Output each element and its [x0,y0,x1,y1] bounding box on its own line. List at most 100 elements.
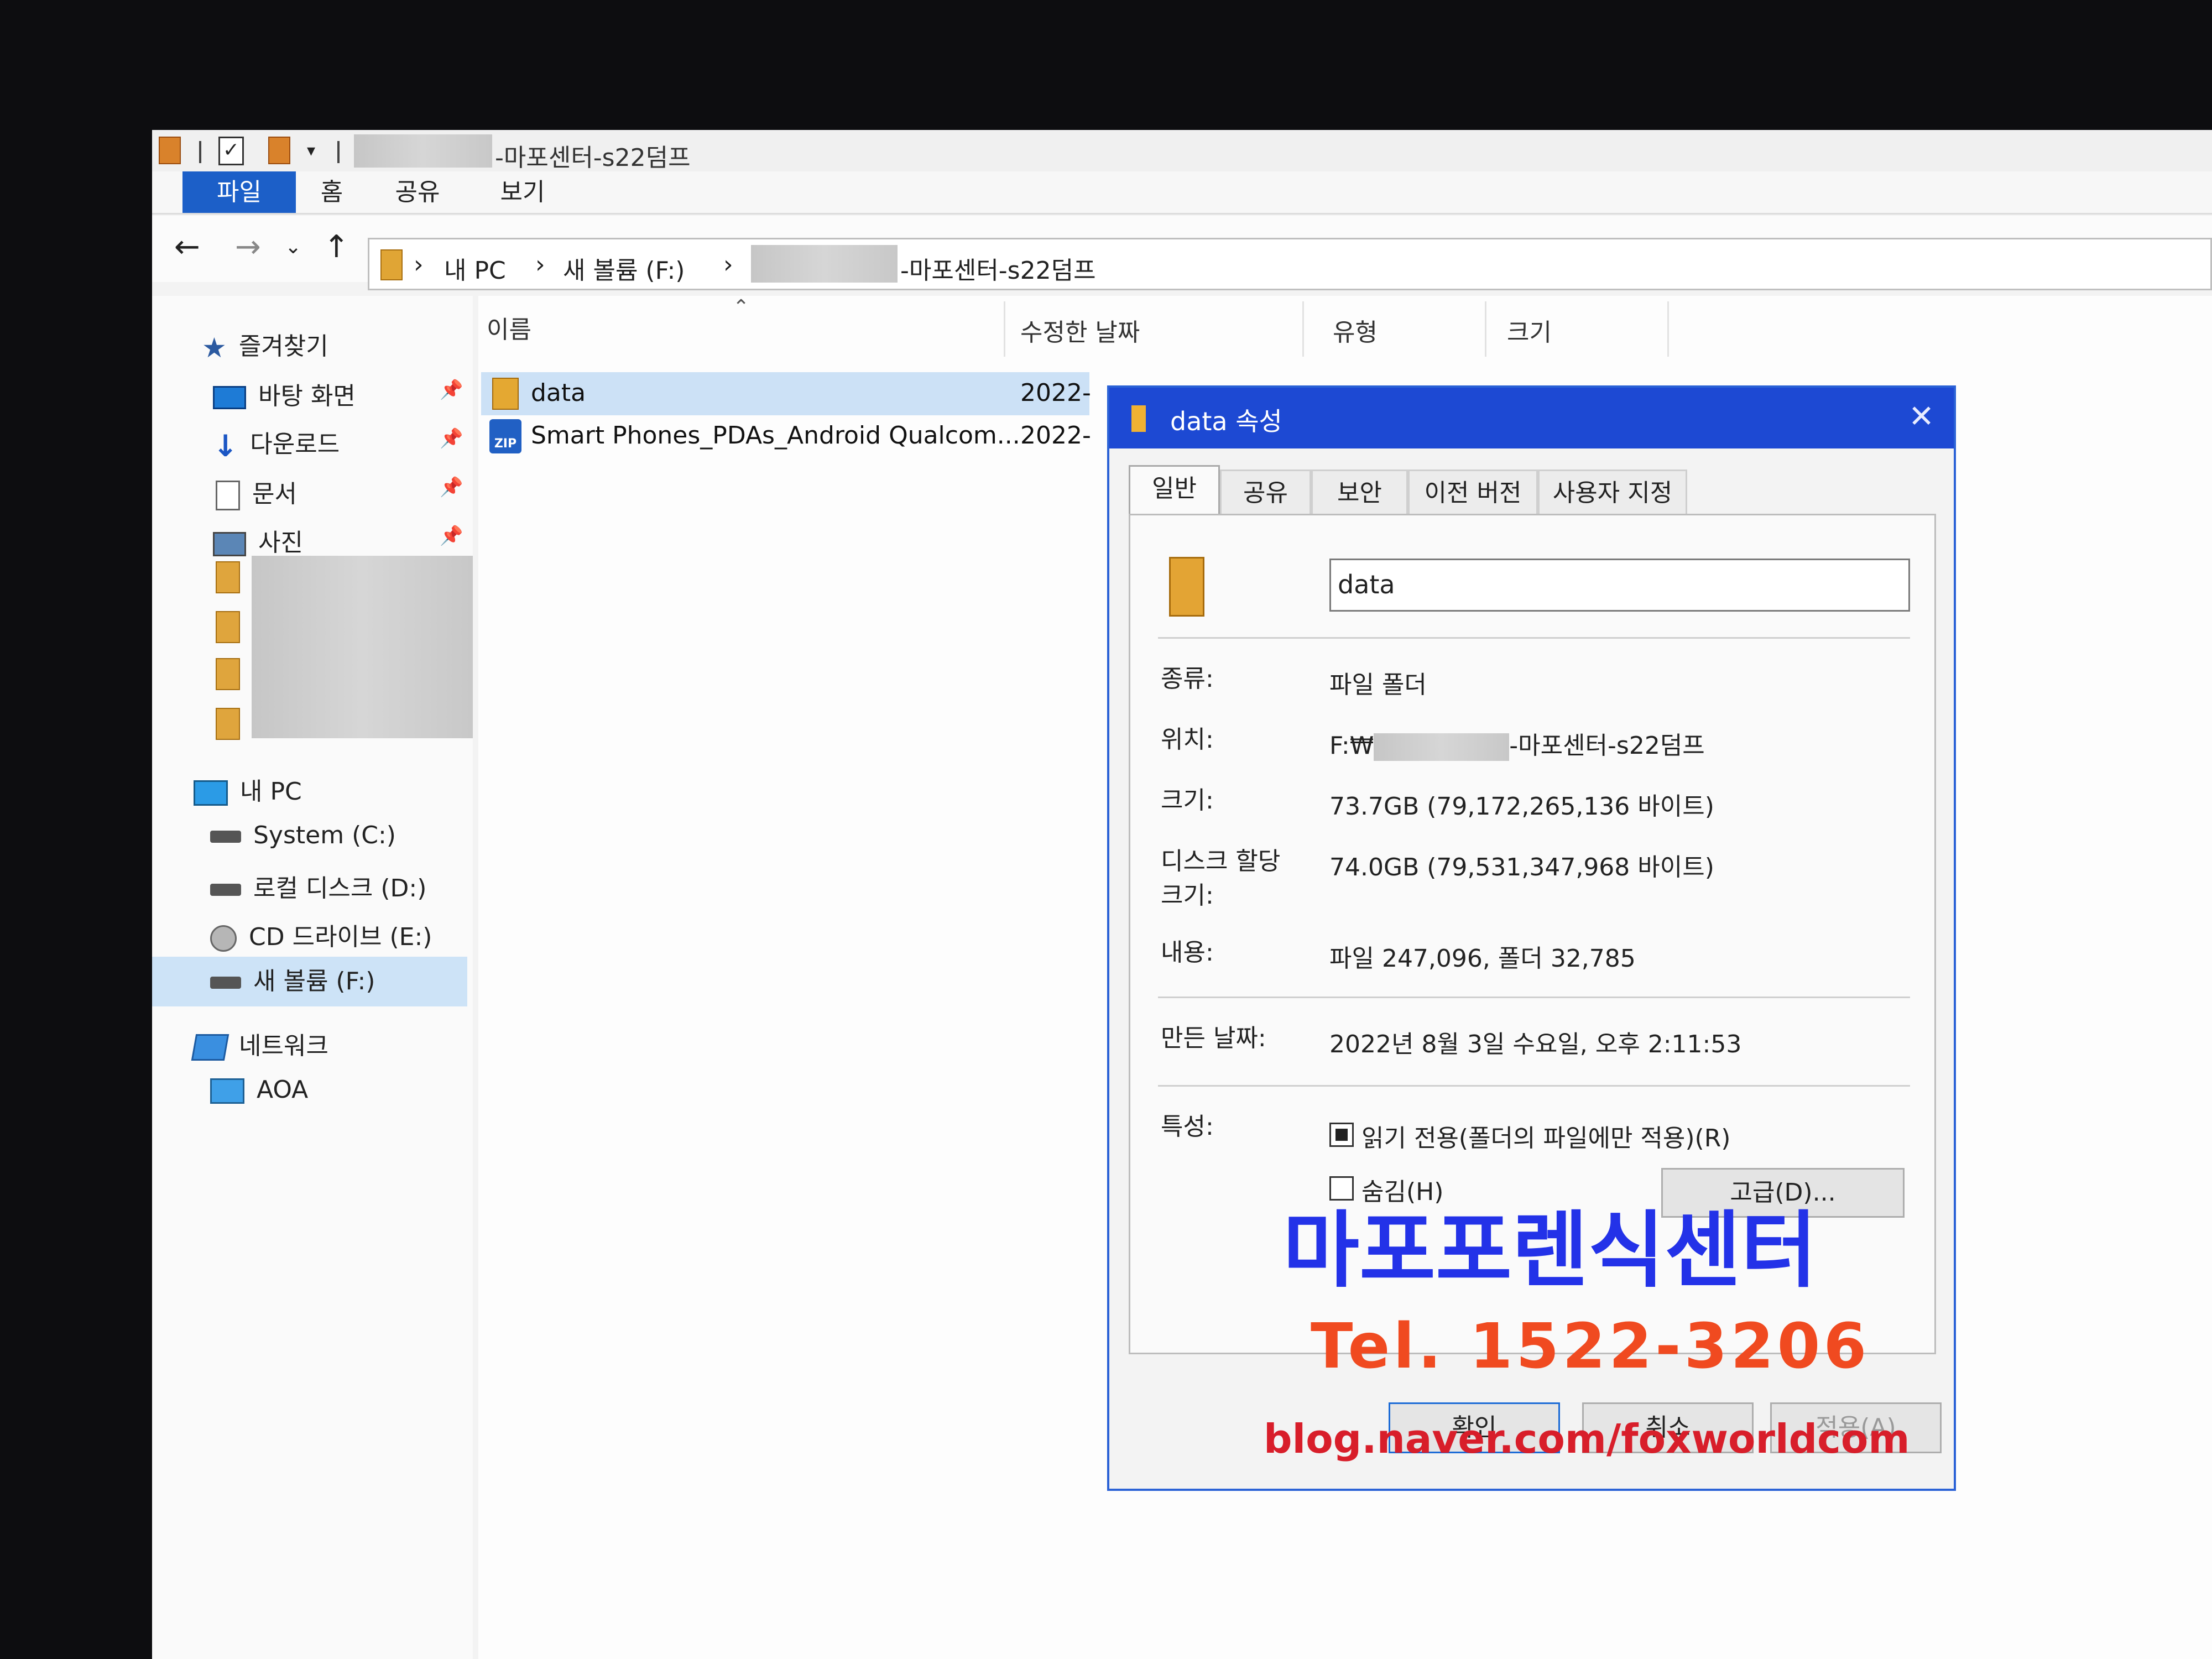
zip-badge: ZIP [494,437,517,451]
sidebar-item-downloads[interactable]: ↓ 다운로드 [213,424,340,463]
size-label: 크기: [1161,786,1214,815]
download-arrow-icon: ↓ [213,428,238,463]
folder-icon[interactable] [216,561,240,593]
size-on-disk-label: 디스크 할당 크기: [1161,847,1281,910]
pin-icon[interactable]: 📌 [440,476,463,498]
properties-icon[interactable]: ✓ [218,137,244,165]
cd-drive-icon [210,925,237,952]
sidebar-item-label: 문서 [252,480,297,508]
column-divider[interactable] [1004,301,1005,357]
separator [199,141,201,163]
dialog-titlebar[interactable]: data 속성 ✕ [1109,388,1954,448]
tab-view[interactable]: 보기 [478,171,567,213]
desktop-icon [213,386,246,409]
watermark-phone: Tel. 1522-3206 [1311,1311,1870,1383]
recent-locations-chevron-icon[interactable]: ⌄ [285,228,301,267]
forward-arrow-icon[interactable]: → [235,228,261,267]
new-folder-icon[interactable] [268,137,290,164]
tab-home[interactable]: 홈 [299,171,365,213]
sidebar-item-label: 다운로드 [250,430,340,458]
table-row[interactable]: ZIP Smart Phones_PDAs_Android Qualcom...… [481,415,1091,458]
breadcrumb-separator: › [723,251,733,279]
folder-icon[interactable] [216,658,240,690]
customize-quick-access-icon[interactable]: ▾ [307,137,315,165]
tab-customize[interactable]: 사용자 지정 [1538,469,1687,514]
sidebar-item-label: AOA [257,1076,309,1104]
sidebar-item-drive-c[interactable]: System (C:) [210,821,396,849]
redacted-block [252,556,473,738]
sidebar-item-pictures[interactable]: 사진 [213,523,303,558]
window-titlebar: ✓ ▾ -마포센터-s22덤프 [152,130,2212,172]
folder-icon [492,378,519,410]
drive-icon [210,977,241,989]
dialog-title: data 속성 [1170,406,1282,436]
column-header-date-modified[interactable]: 수정한 날짜 [1020,312,1140,348]
close-icon[interactable]: ✕ [1908,399,1934,435]
breadcrumb-this-pc[interactable]: 내 PC [444,251,506,286]
tab-general[interactable]: 일반 [1129,465,1220,514]
separator [337,141,340,163]
up-arrow-icon[interactable]: ↑ [324,228,349,267]
column-header-type[interactable]: 유형 [1333,312,1378,348]
breadcrumb-current-folder[interactable]: -마포센터-s22덤프 [900,251,1096,286]
folder-icon [1131,405,1146,432]
readonly-checkbox[interactable] [1329,1123,1354,1147]
pin-icon[interactable]: 📌 [440,427,463,450]
table-row[interactable]: data 2022- [481,372,1091,415]
location-suffix: -마포센터-s22덤프 [1509,732,1705,760]
ribbon: 파일 홈 공유 보기 [152,171,2212,215]
sidebar-item-aoa[interactable]: AOA [210,1076,308,1104]
sidebar-item-label: 바탕 화면 [258,382,356,410]
sidebar-item-label: System (C:) [253,821,396,849]
pictures-icon [213,532,246,556]
tab-security[interactable]: 보안 [1311,469,1408,514]
sidebar-item-drive-e[interactable]: CD 드라이브 (E:) [210,917,432,952]
document-icon [216,481,240,510]
divider [1158,1085,1910,1087]
sidebar-item-quick-access[interactable]: ★ 즐겨찾기 [202,326,328,364]
sidebar-item-documents[interactable]: 문서 [216,474,297,510]
folder-icon[interactable] [216,708,240,740]
readonly-checkbox-label: 읽기 전용(폴더의 파일에만 적용)(R) [1361,1124,1731,1152]
column-divider[interactable] [1485,301,1486,357]
navigation-pane: ★ 즐겨찾기 바탕 화면 📌 ↓ 다운로드 📌 문서 📌 사진 📌 내 PC Sys… [152,296,473,1659]
attributes-label: 특성: [1161,1113,1214,1141]
address-bar[interactable]: › 내 PC › 새 볼륨 (F:) › -마포센터-s22덤프 [368,238,2212,290]
sidebar-item-label: 사진 [258,529,303,557]
tab-sharing[interactable]: 공유 [1220,469,1311,514]
column-header-name[interactable]: 이름 [487,310,531,345]
location-label: 위치: [1161,726,1214,754]
size-on-disk-value: 74.0GB (79,531,347,968 바이트) [1329,853,1714,881]
sidebar-item-this-pc[interactable]: 내 PC [194,771,302,807]
column-divider[interactable] [1302,301,1304,357]
zip-archive-icon: ZIP [489,419,521,453]
tab-previous-versions[interactable]: 이전 버전 [1408,469,1538,514]
folder-icon[interactable] [216,611,240,643]
location-prefix: F:₩ [1329,732,1374,760]
pin-icon[interactable]: 📌 [440,379,463,401]
star-icon: ★ [202,332,227,364]
watermark-name: 마포포렌식센터 [1283,1203,1818,1299]
divider [1158,997,1910,998]
computer-icon [210,1078,244,1104]
drive-icon [210,831,241,843]
contains-value: 파일 247,096, 폴더 32,785 [1329,945,1636,973]
redacted-block [751,245,898,283]
sidebar-item-network[interactable]: 네트워크 [191,1026,328,1061]
column-divider[interactable] [1667,301,1669,357]
sidebar-item-desktop[interactable]: 바탕 화면 [213,376,356,411]
sort-ascending-icon: ⌃ [733,296,750,319]
pin-icon[interactable]: 📌 [440,525,463,547]
computer-icon [194,780,228,806]
breadcrumb-volume-f[interactable]: 새 볼륨 (F:) [563,251,685,286]
redacted-block [354,134,492,168]
tab-file[interactable]: 파일 [182,171,296,213]
back-arrow-icon[interactable]: ← [174,228,200,267]
sidebar-item-drive-f[interactable]: 새 볼륨 (F:) [152,957,467,1006]
sidebar-item-label: 즐겨찾기 [238,332,328,361]
tab-share[interactable]: 공유 [373,171,462,213]
column-header-size[interactable]: 크기 [1507,312,1552,348]
contains-label: 내용: [1161,938,1214,967]
sidebar-item-drive-d[interactable]: 로컬 디스크 (D:) [210,868,426,904]
folder-name-input[interactable]: data [1329,559,1910,612]
